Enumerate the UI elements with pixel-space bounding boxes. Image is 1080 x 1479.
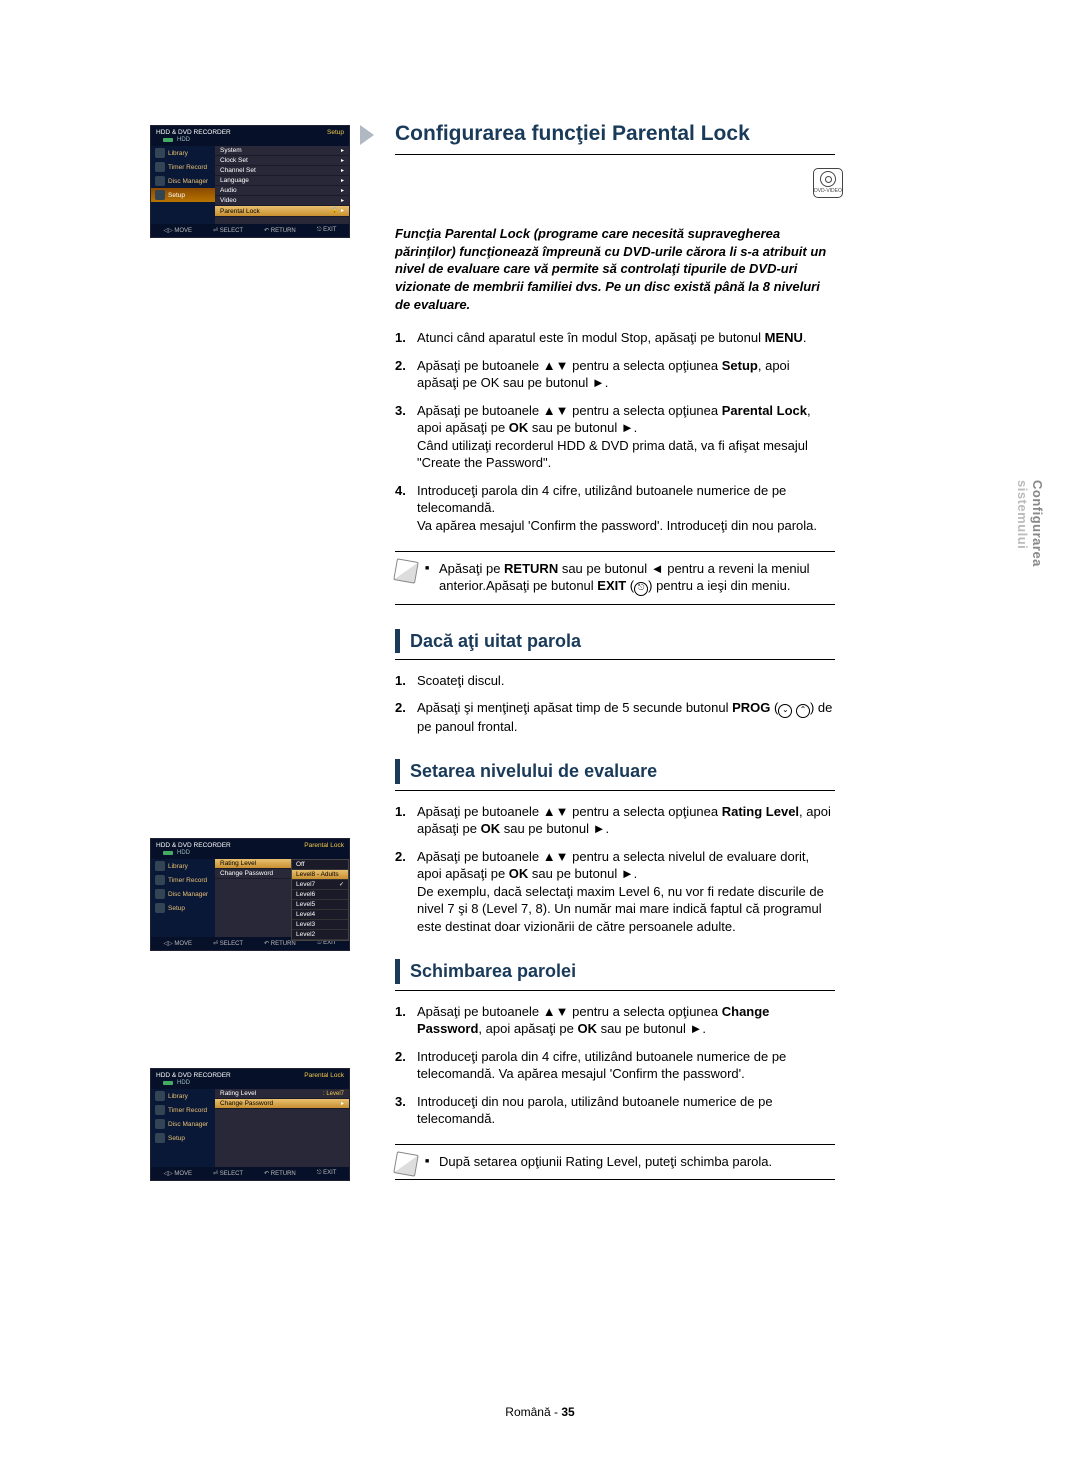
section-heading-parental-lock: Configurarea funcţiei Parental Lock — [395, 120, 835, 148]
steps-rating-level: Apăsaţi pe butoanele ▲▼ pentru a selecta… — [395, 803, 835, 936]
up-icon: ⌃ — [796, 704, 810, 718]
osd-media-indicator: HDD — [151, 850, 349, 859]
intro-paragraph: Funcţia Parental Lock (programe care nec… — [395, 225, 835, 313]
exit-icon: ⎋ — [634, 582, 648, 596]
osd-right-menu: Rating LevelOff Change PasswordLevel8 - … — [215, 859, 349, 937]
osd-title: HDD & DVD RECORDER — [156, 842, 231, 849]
osd-right-menu: Rating Level: Level7 Change Password▸ — [215, 1089, 349, 1167]
lock-icon — [331, 207, 339, 215]
page-footer: Română - 35 — [0, 1405, 1080, 1419]
osd-screenshot-setup: HDD & DVD RECORDER Setup HDD Library Tim… — [150, 125, 350, 238]
osd-rating-popup: Off Level8 - Adults Level7✓ Level6 Level… — [291, 859, 349, 941]
side-tab: Configurarea sistemului — [1015, 480, 1045, 567]
osd-right-menu: System▸ Clock Set▸ Channel Set▸ Language… — [215, 146, 349, 224]
osd-left-menu: Library Timer Record Disc Manager Setup — [151, 859, 215, 937]
osd-media-indicator: HDD — [151, 137, 349, 146]
steps-forgot-password: Scoateţi discul. Apăsaţi şi menţineţi ap… — [395, 672, 835, 736]
page-content: Configurarea funcţiei Parental Lock DVD-… — [395, 120, 835, 1196]
steps-parental-lock: Atunci când aparatul este în modul Stop,… — [395, 329, 835, 534]
osd-screen-name: Parental Lock — [304, 842, 344, 849]
osd-left-menu: Library Timer Record Disc Manager Setup — [151, 1089, 215, 1167]
osd-footer-hints: ◁▷ MOVE ⏎ SELECT ↶ RETURN ⎋ EXIT — [151, 224, 349, 237]
section-heading-change-password: Schimbarea parolei — [395, 959, 835, 983]
dvd-video-badge: DVD-VIDEO — [813, 168, 843, 198]
osd-screen-name: Parental Lock — [304, 1072, 344, 1079]
section-heading-forgot-password: Dacă aţi uitat parola — [395, 629, 835, 653]
disc-icon — [820, 171, 836, 187]
note-box-2: După setarea opţiunii Rating Level, pute… — [395, 1144, 835, 1180]
osd-title: HDD & DVD RECORDER — [156, 1072, 231, 1079]
steps-change-password: Apăsaţi pe butoanele ▲▼ pentru a selecta… — [395, 1003, 835, 1128]
section-heading-rating-level: Setarea nivelului de evaluare — [395, 759, 835, 783]
osd-footer-hints: ◁▷ MOVE ⏎ SELECT ↶ RETURN ⎋ EXIT — [151, 1167, 349, 1180]
osd-screenshot-change-password: HDD & DVD RECORDER Parental Lock HDD Lib… — [150, 1068, 350, 1181]
osd-media-indicator: HDD — [151, 1080, 349, 1089]
osd-screenshot-rating-level: HDD & DVD RECORDER Parental Lock HDD Lib… — [150, 838, 350, 951]
down-icon: ⌄ — [778, 704, 792, 718]
osd-left-menu: Library Timer Record Disc Manager Setup — [151, 146, 215, 224]
note-box: Apăsaţi pe RETURN sau pe butonul ◄ pentr… — [395, 551, 835, 605]
osd-title: HDD & DVD RECORDER — [156, 129, 231, 136]
osd-screen-name: Setup — [327, 129, 344, 136]
